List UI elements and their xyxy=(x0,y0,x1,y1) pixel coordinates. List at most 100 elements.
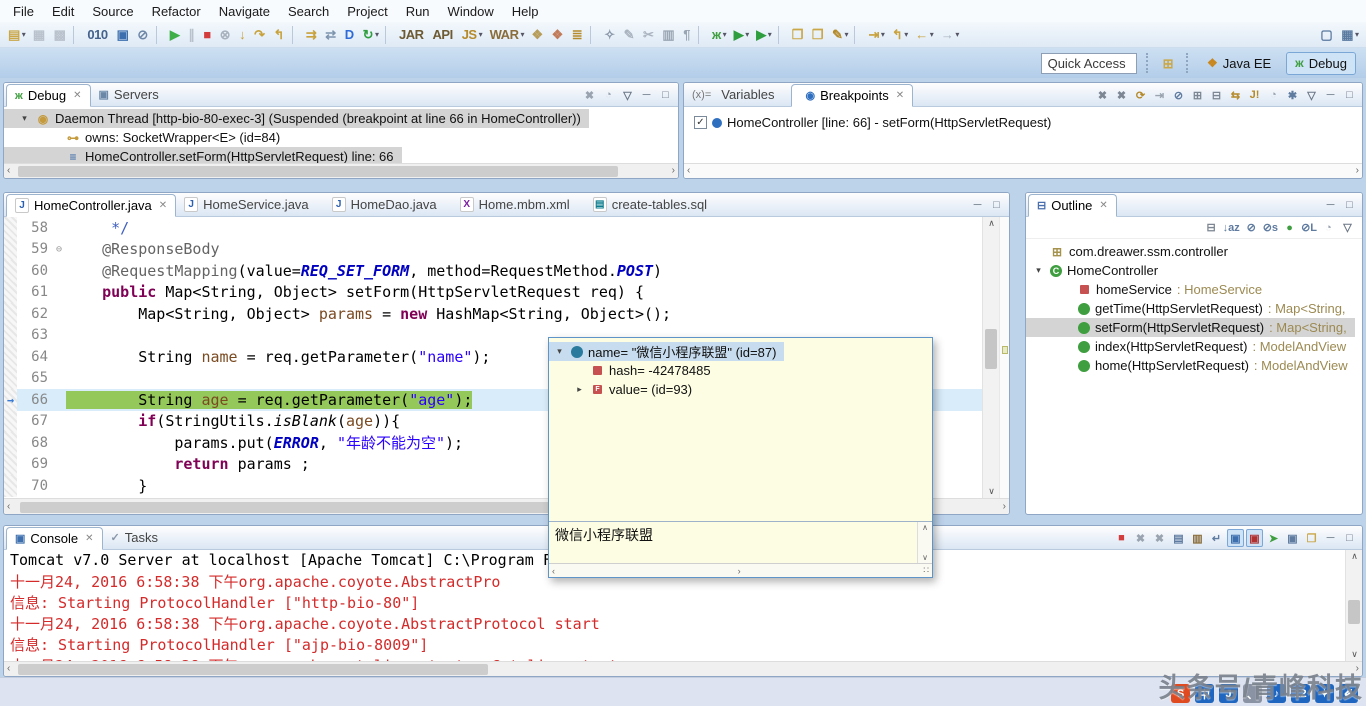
scrollbar-thumb[interactable] xyxy=(18,166,618,177)
minimize-icon[interactable]: ─ xyxy=(1322,529,1339,547)
tab-homeservice-java[interactable]: J HomeService.java xyxy=(176,193,324,216)
tab-console[interactable]: ▣ Console ✕ xyxy=(6,527,103,550)
disconnect-icon[interactable]: ⊗ xyxy=(216,24,235,46)
open-console-icon[interactable]: ❒ xyxy=(1303,529,1320,547)
toolbar-overflow-icon[interactable]: ▦ ▾ xyxy=(1337,24,1362,46)
breakpoints-hscrollbar[interactable]: ‹ › xyxy=(684,163,1362,178)
editor-vscrollbar[interactable]: ∧ ∨ xyxy=(982,217,999,498)
menu-item[interactable]: Window xyxy=(439,2,503,21)
open-type-icon[interactable]: ▥ xyxy=(658,24,679,46)
tab-tasks[interactable]: ✓ Tasks xyxy=(103,526,173,549)
tree-expand-icon[interactable]: ▾ xyxy=(1032,265,1045,276)
save-all-icon[interactable]: ▩ xyxy=(50,24,71,46)
tree-expand-icon[interactable]: ▾ xyxy=(18,113,31,124)
collapse-all-icon[interactable]: ⊟ xyxy=(1208,86,1225,104)
debug-launch-icon[interactable]: ж ▾ xyxy=(708,24,730,46)
menu-item[interactable]: Source xyxy=(83,2,142,21)
menu-item[interactable]: File xyxy=(4,2,43,21)
settings-icon[interactable]: ✱ xyxy=(1284,86,1301,104)
display-console-icon[interactable]: ▣ xyxy=(1284,529,1301,547)
class-row[interactable]: ▾ C HomeController xyxy=(1026,261,1171,280)
tab-home-mbm-xml[interactable]: X Home.mbm.xml xyxy=(452,193,585,216)
overview-annotation-marker[interactable] xyxy=(1002,346,1008,355)
tab-outline[interactable]: ⊟ Outline ✕ xyxy=(1028,194,1117,217)
scroll-down-icon[interactable]: ∨ xyxy=(1346,649,1362,660)
breakpoint-row[interactable]: ✓ HomeController [line: 66] - setForm(Ht… xyxy=(694,113,1059,132)
tab-breakpoints[interactable]: ◉ Breakpoints ✕ xyxy=(791,84,914,107)
method-row-gettime[interactable]: getTime(HttpServletRequest) : Map<String… xyxy=(1026,299,1354,318)
remove-terminated-icon[interactable]: ✖ xyxy=(581,86,598,104)
drop-to-frame-icon[interactable]: ⇉ xyxy=(302,24,321,46)
thread-row[interactable]: ▾ ◉ Daemon Thread [http-bio-80-exec-3] (… xyxy=(4,109,589,128)
tab-servers[interactable]: ▣ Servers xyxy=(91,83,174,106)
scroll-right-icon[interactable]: › xyxy=(672,165,675,176)
scroll-left-icon[interactable]: ‹ xyxy=(687,165,690,176)
fold-marker-icon[interactable]: ⊖ xyxy=(52,244,66,255)
method-row-home[interactable]: home(HttpServletRequest) : ModelAndView xyxy=(1026,356,1356,375)
scroll-up-icon[interactable]: ∧ xyxy=(922,523,928,532)
menu-item[interactable]: Edit xyxy=(43,2,83,21)
scrollbar-thumb[interactable] xyxy=(985,329,997,369)
popup-hscrollbar[interactable]: ‹ › ∷ xyxy=(549,563,932,577)
step-over-icon[interactable]: ↷ xyxy=(250,24,269,46)
external-tools-icon[interactable]: ✎ ▾ xyxy=(828,24,851,46)
suspend-icon[interactable]: ∥ xyxy=(184,24,199,46)
view-menu-icon[interactable]: ▽ xyxy=(1339,219,1356,237)
skip-all-breakpoints-icon[interactable]: ⊘ xyxy=(1170,86,1187,104)
scrollbar-thumb[interactable] xyxy=(18,664,488,675)
console-vscrollbar[interactable]: ∧ ∨ xyxy=(1345,550,1362,661)
menu-item[interactable]: Refactor xyxy=(143,2,210,21)
use-step-filters-icon[interactable]: ⇄ xyxy=(321,24,340,46)
mark-occurrences-icon[interactable]: ⇥ ▾ xyxy=(864,24,887,46)
hide-local-types-icon[interactable]: ⊘L xyxy=(1300,219,1318,237)
scrollbar-thumb[interactable] xyxy=(1348,599,1360,625)
run-launch-icon[interactable]: ▶ ▾ xyxy=(730,24,753,46)
export-war-icon[interactable]: WAR ▾ xyxy=(486,24,528,46)
debug-ui-icon[interactable]: D xyxy=(341,24,359,46)
collapse-all-icon[interactable]: ⊟ xyxy=(1203,219,1220,237)
stack-frame-row[interactable]: ≡ HomeController.setForm(HttpServletRequ… xyxy=(4,147,402,163)
code-line-60[interactable]: 60 @RequestMapping(value=REQ_SET_FORM, m… xyxy=(4,260,982,282)
maximize-icon[interactable]: □ xyxy=(1341,196,1358,214)
binary-file-icon[interactable]: 010 xyxy=(83,24,112,46)
link-with-editor-icon[interactable]: ◔ xyxy=(1320,219,1337,237)
field-row-homeservice[interactable]: homeService : HomeService xyxy=(1026,280,1270,299)
relaunch-icon[interactable]: ↻ ▾ xyxy=(359,24,382,46)
tab-variables[interactable]: (x)= Variables xyxy=(684,83,789,106)
scroll-left-icon[interactable]: ‹ xyxy=(552,566,555,576)
tab-homedao-java[interactable]: J HomeDao.java xyxy=(324,193,452,216)
go-to-file-icon[interactable]: ⇥ xyxy=(1151,86,1168,104)
new-js-icon[interactable]: JS ▾ xyxy=(458,24,486,46)
open-perspective-icon[interactable]: ⊞ xyxy=(1159,52,1177,74)
view-menu-icon[interactable]: ▽ xyxy=(619,86,636,104)
menu-item[interactable]: Run xyxy=(397,2,439,21)
code-line-62[interactable]: 62 Map<String, Object> params = new Hash… xyxy=(4,303,982,325)
connect-icon[interactable]: ◔ xyxy=(1265,86,1282,104)
minimize-icon[interactable]: ─ xyxy=(969,196,986,214)
perspective-debug[interactable]: ж Debug xyxy=(1286,51,1356,75)
export-jar-icon[interactable]: JAR xyxy=(395,24,429,46)
show-stderr-icon[interactable]: ▣ xyxy=(1246,529,1263,547)
maximize-icon[interactable]: □ xyxy=(988,196,1005,214)
run-error-icon[interactable]: ▶ ▾ xyxy=(752,24,775,46)
popup-hash-row[interactable]: hash= -42478485 xyxy=(549,361,719,380)
popup-value-row[interactable]: ▸ F value= (id=93) xyxy=(549,380,700,399)
remove-breakpoint-icon[interactable]: ✖ xyxy=(1094,86,1111,104)
pin-console-icon[interactable]: ➤ xyxy=(1265,529,1282,547)
scroll-down-icon[interactable]: ∨ xyxy=(983,486,1000,497)
remove-all-launches-icon[interactable]: ✖ xyxy=(1151,529,1168,547)
scroll-left-icon[interactable]: ‹ xyxy=(7,663,10,674)
suspend-on-exception-icon[interactable]: J! xyxy=(1246,86,1263,104)
tab-create-tables-sql[interactable]: ▤ create-tables.sql xyxy=(585,193,722,216)
remove-all-breakpoints-icon[interactable]: ✖ xyxy=(1113,86,1130,104)
show-whitespace-icon[interactable]: ¶ xyxy=(679,24,695,46)
menu-item[interactable]: Search xyxy=(279,2,338,21)
show-supported-icon[interactable]: ⟳ xyxy=(1132,86,1149,104)
scroll-left-icon[interactable]: ‹ xyxy=(7,165,10,176)
quick-access-input[interactable]: Quick Access xyxy=(1040,52,1137,74)
close-icon[interactable]: ✕ xyxy=(1099,200,1107,211)
data-source-icon[interactable]: ≣ xyxy=(568,24,587,46)
method-row-setform[interactable]: setForm(HttpServletRequest) : Map<String… xyxy=(1026,318,1355,337)
maximize-icon[interactable]: □ xyxy=(1341,529,1358,547)
tab-debug[interactable]: ж Debug ✕ xyxy=(6,84,91,107)
